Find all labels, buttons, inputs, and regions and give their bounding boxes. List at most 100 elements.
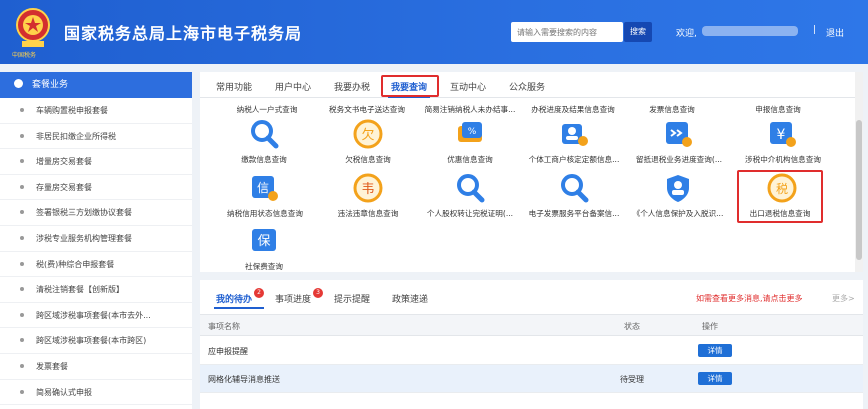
panel-scrollbar-thumb[interactable] [856, 120, 862, 260]
todo-count-badge: 2 [254, 288, 264, 298]
tab-user-center[interactable]: 用户中心 [275, 80, 311, 93]
query-item-e-invoice-filing[interactable]: 电子发票服务平台备案信... [520, 208, 628, 219]
bullet-icon [20, 235, 24, 240]
sidebar-item-label: 存量房交易套餐 [36, 182, 92, 192]
todo-table-header: 事项名称 状态 操作 [200, 314, 863, 336]
detail-button[interactable]: 详情 [698, 344, 732, 357]
sidebar-item[interactable]: 车辆购置税申报套餐 [0, 98, 192, 124]
logout-link[interactable]: 退出 [826, 26, 844, 39]
sidebar-item[interactable]: 税(费)种综合申报套餐 [0, 252, 192, 278]
sidebar-item[interactable]: 非居民扣缴企业所得税 [0, 124, 192, 150]
sidebar-item[interactable]: 增量房交易套餐 [0, 149, 192, 175]
column-item-name: 事项名称 [208, 322, 240, 331]
site-header: 中国税务 国家税务总局上海市电子税务局 搜索 欢迎, | 退出 [0, 0, 868, 64]
search-input[interactable] [511, 22, 623, 42]
query-item-social-security[interactable]: 社保费查询 [228, 261, 300, 272]
social-security-icon[interactable]: 保 [248, 225, 280, 257]
progress-count-badge: 3 [313, 288, 323, 298]
table-row: 网格化辅导消息推送 待受理 详情 [200, 365, 863, 393]
highlight-box-query-tab [381, 75, 439, 97]
tab-tax-handling[interactable]: 我要办税 [334, 80, 370, 93]
query-item-doc-delivery[interactable]: 税务文书电子送达查询 [322, 104, 412, 115]
bullet-icon [20, 210, 24, 215]
sidebar-item-label: 跨区域涉税事项套餐(本市跨区) [36, 336, 147, 346]
query-item-taxpayer-overview[interactable]: 纳税人一户式查询 [224, 104, 310, 115]
query-item-privacy[interactable]: 《个人信息保护及入脱识... [624, 208, 732, 219]
search-button[interactable]: 搜索 [624, 22, 652, 42]
tab-policy-news[interactable]: 政策速递 [392, 292, 428, 305]
sidebar-header[interactable]: 套餐业务 [0, 72, 192, 98]
sidebar-item-label: 清税注销套餐【创新版】 [36, 285, 124, 295]
query-item-credit[interactable]: 纳税信用状态信息查询 [220, 208, 310, 219]
search-icon[interactable] [248, 118, 280, 150]
bullet-icon [20, 338, 24, 343]
tab-interaction[interactable]: 互动中心 [450, 80, 486, 93]
refund-progress-icon[interactable] [662, 118, 694, 150]
sidebar-item-label: 发票套餐 [36, 361, 68, 371]
svg-text:%: % [468, 127, 477, 137]
header-divider: | [813, 25, 817, 35]
credit-icon[interactable]: 信 [248, 172, 280, 204]
sidebar-item[interactable]: 简易确认式申报 [0, 380, 192, 406]
sidebar-item-label: 非居民扣缴企业所得税 [36, 131, 116, 141]
query-item-declaration[interactable]: 申报信息查询 [744, 104, 812, 115]
package-icon [14, 79, 23, 88]
sidebar-item-label: 跨区域涉税事项套餐(本市去外... [36, 310, 151, 320]
bullet-icon [20, 389, 24, 394]
sidebar-item[interactable]: 清税注销套餐【创新版】 [0, 277, 192, 303]
sidebar-item-label: 车辆购置税申报套餐 [36, 106, 108, 115]
bullet-icon [20, 261, 24, 266]
todo-panel: 我的待办 2 事项进度 3 提示提醒 政策速递 如需查看更多消息,请点击更多 更… [200, 280, 863, 409]
highlight-box-export-refund [737, 170, 823, 223]
svg-text:信: 信 [257, 181, 269, 195]
query-item-progress-result[interactable]: 办税进度及结果信息查询 [524, 104, 622, 115]
sidebar-item[interactable]: 存量房交易套餐 [0, 175, 192, 201]
tab-my-todo[interactable]: 我的待办 [216, 292, 252, 305]
query-item-equity-transfer[interactable]: 个人股权转让完税证明(... [414, 208, 526, 219]
bullet-icon [20, 184, 24, 189]
tab-reminders[interactable]: 提示提醒 [334, 292, 370, 305]
main-tabs: 常用功能 用户中心 我要办税 我要查询 互动中心 公众服务 [200, 72, 855, 98]
tab-common[interactable]: 常用功能 [216, 80, 252, 93]
sidebar-item[interactable]: 签署银税三方划缴协议套餐 [0, 200, 192, 226]
username-redacted [702, 26, 798, 36]
query-item-agency[interactable]: 涉税中介机构信息查询 [738, 154, 828, 165]
query-panel: 常用功能 用户中心 我要办税 我要查询 互动中心 公众服务 纳税人一户式查询 税… [200, 72, 855, 272]
bullet-icon [20, 363, 24, 368]
privacy-icon[interactable] [662, 172, 694, 204]
sidebar-item[interactable]: 跨区域涉税事项套餐(本市去外... [0, 303, 192, 329]
tab-public-service[interactable]: 公众服务 [509, 80, 545, 93]
tab-progress[interactable]: 事项进度 [275, 292, 311, 305]
query-item-discount[interactable]: 优惠信息查询 [430, 154, 510, 165]
sidebar-item-label: 增量房交易套餐 [36, 157, 92, 167]
detail-button[interactable]: 详情 [698, 372, 732, 385]
sidebar: 套餐业务 车辆购置税申报套餐 非居民扣缴企业所得税 增量房交易套餐 存量房交易套… [0, 72, 192, 409]
more-messages-notice: 如需查看更多消息,请点击更多 [696, 294, 803, 303]
query-item-owed-tax[interactable]: 欠税信息查询 [328, 154, 408, 165]
query-item-business-quota[interactable]: 个体工商户核定定额信息... [518, 154, 630, 165]
search-icon[interactable] [558, 172, 590, 204]
welcome-text: 欢迎, [676, 29, 697, 39]
active-tab-underline [214, 307, 264, 309]
sidebar-header-label: 套餐业务 [32, 80, 69, 90]
search-icon[interactable] [454, 172, 486, 204]
violation-icon[interactable]: 韦 [352, 172, 384, 204]
discount-icon[interactable]: % [454, 118, 486, 150]
bullet-icon [20, 133, 24, 138]
sidebar-item-label: 税(费)种综合申报套餐 [36, 259, 115, 269]
owed-tax-icon[interactable]: 欠 [352, 118, 384, 150]
business-quota-icon[interactable] [558, 118, 590, 150]
sidebar-item-label: 简易确认式申报 [36, 387, 92, 397]
item-name: 应申报提醒 [208, 347, 248, 356]
sidebar-item[interactable]: 跨区域涉税事项套餐(本市跨区) [0, 328, 192, 354]
query-item-simple-deregister[interactable]: 简易注销纳税人未办结事... [418, 104, 522, 115]
agency-icon[interactable]: ¥ [766, 118, 798, 150]
query-item-violation[interactable]: 违法违章信息查询 [328, 208, 408, 219]
query-item-refund-progress[interactable]: 留抵退税业务进度查询(... [624, 154, 734, 165]
query-item-payment[interactable]: 缴款信息查询 [224, 154, 304, 165]
query-item-invoice[interactable]: 发票信息查询 [638, 104, 706, 115]
sidebar-item[interactable]: 发票套餐 [0, 354, 192, 380]
sidebar-item[interactable]: 涉税专业服务机构管理套餐 [0, 226, 192, 252]
svg-text:¥: ¥ [777, 127, 786, 143]
more-link[interactable]: 更多> [832, 293, 855, 304]
